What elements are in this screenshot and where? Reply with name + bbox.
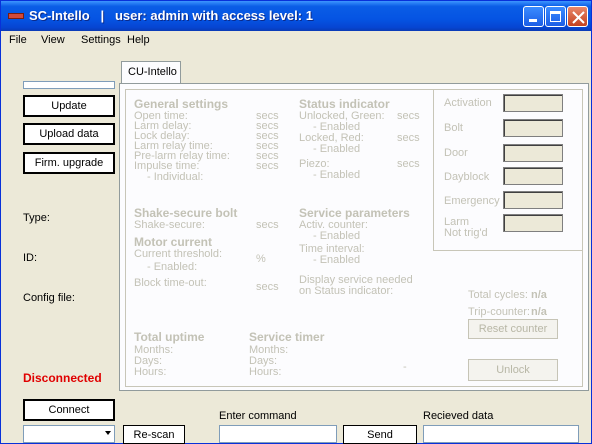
shake-secure-title: Shake-secure bolt bbox=[134, 206, 238, 220]
door-indicator bbox=[503, 144, 563, 162]
piezo-enabled-label: - Enabled bbox=[313, 169, 361, 181]
reset-counter-button[interactable]: Reset counter bbox=[468, 319, 558, 339]
window-title: SC-Intello | user: admin with access lev… bbox=[29, 8, 313, 23]
firmware-upgrade-button[interactable]: Firm. upgrade bbox=[23, 152, 115, 174]
tab-cu-intello[interactable]: CU-Intello bbox=[121, 61, 181, 83]
main-window: SC-Intello | user: admin with access lev… bbox=[0, 0, 592, 444]
dash-separator: - bbox=[403, 361, 407, 373]
on-status-indicator-label: on Status indicator: bbox=[299, 285, 394, 297]
minimize-button[interactable] bbox=[523, 6, 544, 27]
activ-counter-enabled-label: - Enabled bbox=[313, 230, 361, 242]
emergency-label: Emergency bbox=[444, 195, 500, 207]
current-threshold-unit: % bbox=[256, 253, 266, 265]
door-label: Door bbox=[444, 147, 468, 159]
received-data-label: Recieved data bbox=[423, 410, 494, 422]
shake-secure-unit: secs bbox=[256, 219, 279, 231]
dayblock-label: Dayblock bbox=[444, 171, 490, 183]
title-bar[interactable]: SC-Intello | user: admin with access lev… bbox=[1, 1, 591, 31]
upload-data-button[interactable]: Upload data bbox=[23, 123, 115, 145]
enter-command-label: Enter command bbox=[219, 410, 297, 422]
individual-label: - Individual: bbox=[147, 171, 204, 183]
close-button[interactable] bbox=[567, 6, 588, 27]
maximize-icon bbox=[550, 11, 561, 22]
service-timer-title: Service timer bbox=[249, 330, 325, 344]
unlocked-green-unit: secs bbox=[397, 110, 420, 122]
send-button[interactable]: Send bbox=[343, 425, 417, 444]
trip-counter-label: Trip-counter: bbox=[468, 306, 530, 318]
port-combobox[interactable] bbox=[23, 425, 115, 443]
trip-counter-value: n/a bbox=[531, 306, 547, 318]
menu-view[interactable]: View bbox=[41, 34, 65, 46]
bolt-label: Bolt bbox=[444, 122, 463, 134]
menu-settings[interactable]: Settings bbox=[81, 34, 121, 46]
config-file-label: Config file: bbox=[23, 292, 75, 304]
menu-bar: File View Settings Help bbox=[1, 31, 591, 51]
close-icon bbox=[572, 11, 585, 24]
shake-secure-label: Shake-secure: bbox=[134, 219, 205, 231]
unlock-button[interactable]: Unlock bbox=[468, 359, 558, 381]
received-data-field bbox=[423, 425, 579, 443]
general-settings-title: General settings bbox=[134, 97, 229, 111]
update-button[interactable]: Update bbox=[23, 95, 115, 117]
service-parameters-title: Service parameters bbox=[299, 206, 410, 220]
dropdown-arrow-icon[interactable] bbox=[105, 431, 111, 435]
total-uptime-title: Total uptime bbox=[134, 330, 205, 344]
total-cycles-value: n/a bbox=[531, 289, 547, 301]
menu-help[interactable]: Help bbox=[127, 34, 150, 46]
type-label: Type: bbox=[23, 212, 50, 224]
time-interval-enabled-label: - Enabled bbox=[313, 254, 361, 266]
timer-hours-label: Hours: bbox=[249, 366, 282, 378]
connect-button[interactable]: Connect bbox=[23, 399, 115, 421]
app-icon bbox=[8, 13, 24, 19]
current-threshold-label: Current threshold: bbox=[134, 248, 223, 260]
motor-enabled-label: - Enabled: bbox=[147, 261, 198, 273]
minimize-icon bbox=[529, 19, 537, 22]
activation-label: Activation bbox=[444, 97, 492, 109]
piezo-unit: secs bbox=[397, 158, 420, 170]
block-timeout-unit: secs bbox=[256, 281, 279, 293]
total-cycles-label: Total cycles: bbox=[468, 289, 528, 301]
impulse-time-unit: secs bbox=[256, 160, 279, 172]
status-indicator-title: Status indicator bbox=[299, 97, 390, 111]
not-triggered-label: Not trig'd bbox=[444, 227, 488, 239]
motor-current-title: Motor current bbox=[134, 235, 212, 249]
larm-indicator bbox=[503, 214, 563, 232]
uptime-hours-label: Hours: bbox=[134, 366, 167, 378]
dayblock-indicator bbox=[503, 167, 563, 185]
progress-bar bbox=[23, 81, 115, 89]
command-input[interactable] bbox=[219, 425, 337, 443]
block-timeout-label: Block time-out: bbox=[134, 277, 207, 289]
emergency-indicator bbox=[503, 191, 563, 209]
activation-indicator bbox=[503, 94, 563, 112]
locked-enabled-label: - Enabled bbox=[313, 143, 361, 155]
menu-file[interactable]: File bbox=[9, 34, 27, 46]
connection-status: Disconnected bbox=[23, 371, 102, 385]
id-label: ID: bbox=[23, 252, 38, 264]
bolt-indicator bbox=[503, 119, 563, 137]
maximize-button[interactable] bbox=[545, 6, 566, 27]
rescan-button[interactable]: Re-scan bbox=[123, 425, 185, 444]
locked-red-unit: secs bbox=[397, 132, 420, 144]
